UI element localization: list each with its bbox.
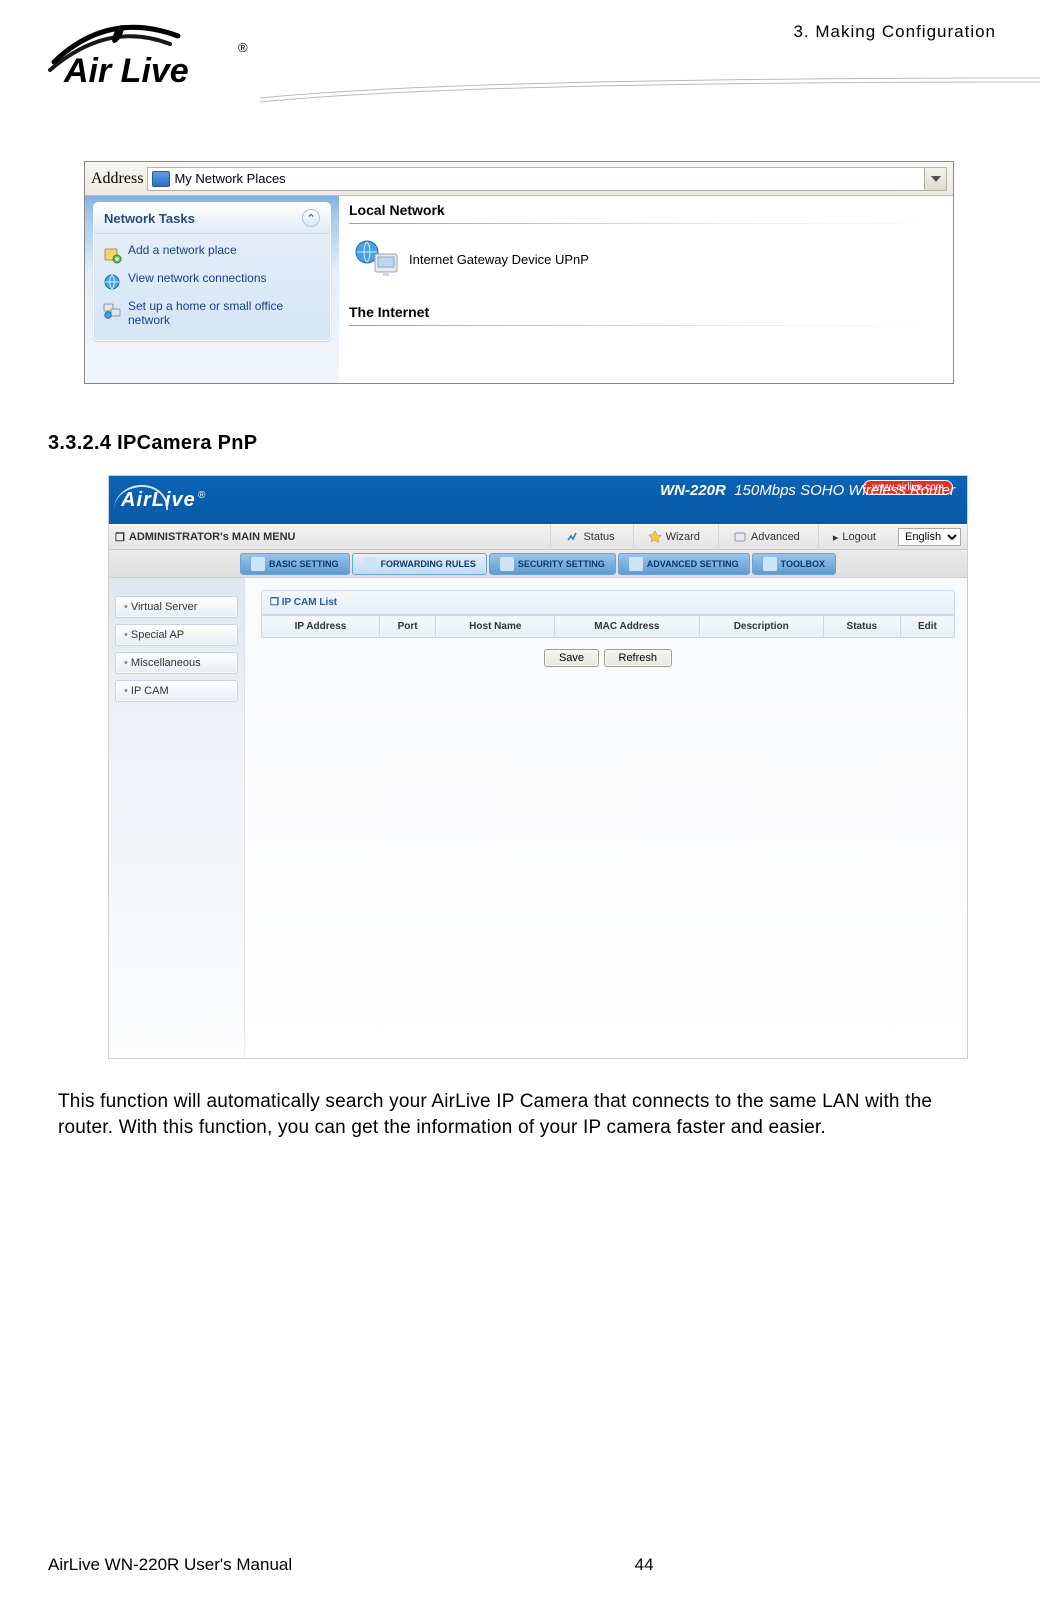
local-network-heading: Local Network [339, 196, 953, 221]
folder-icon: ❐ [115, 531, 125, 544]
internet-gateway-device[interactable]: Internet Gateway Device UPnP [339, 234, 953, 298]
status-icon [565, 530, 579, 544]
address-bar: Address My Network Places [85, 162, 953, 196]
ip-cam-list-title: IP CAM List [261, 590, 955, 615]
tab-security-setting[interactable]: SECURITY SETTING [489, 553, 616, 575]
gateway-device-icon [353, 238, 401, 280]
tab-toolbox[interactable]: TOOLBOX [752, 553, 836, 575]
task-view-connections[interactable]: View network connections [102, 268, 322, 296]
page-number: 44 [635, 1555, 654, 1575]
router-category-tabs: BASIC SETTING FORWARDING RULES SECURITY … [109, 550, 967, 578]
col-description: Description [699, 616, 823, 638]
wizard-icon [648, 530, 662, 544]
footer-manual-title: AirLive WN-220R User's Manual [48, 1555, 292, 1575]
address-field[interactable]: My Network Places [147, 167, 925, 191]
refresh-button[interactable]: Refresh [604, 649, 673, 667]
security-setting-icon [500, 557, 514, 571]
page-footer: AirLive WN-220R User's Manual 44 [48, 1555, 996, 1575]
router-header: AirLive® www.airlive.com WN-220R 150Mbps… [109, 476, 967, 524]
gateway-device-label: Internet Gateway Device UPnP [409, 252, 589, 267]
router-admin-screenshot: AirLive® www.airlive.com WN-220R 150Mbps… [108, 475, 968, 1059]
my-network-places-screenshot: Address My Network Places Network Tasks … [84, 161, 954, 384]
address-value: My Network Places [174, 171, 285, 186]
header-divider [260, 76, 1040, 104]
col-host-name: Host Name [436, 616, 555, 638]
logout-icon: ▸ [833, 531, 839, 544]
network-tasks-panel-title: Network Tasks ⌃ [94, 203, 330, 234]
col-status: Status [823, 616, 900, 638]
sidebar-virtual-server[interactable]: Virtual Server [115, 596, 238, 618]
sidebar-special-ap[interactable]: Special AP [115, 624, 238, 646]
address-label: Address [91, 170, 143, 188]
language-select[interactable]: English [898, 528, 961, 546]
router-model: WN-220R 150Mbps SOHO Wireless Router [660, 482, 955, 499]
basic-setting-icon [251, 557, 265, 571]
task-add-network-place[interactable]: Add a network place [102, 240, 322, 268]
router-logo: AirLive® [121, 489, 206, 512]
tab-basic-setting[interactable]: BASIC SETTING [240, 553, 350, 575]
section-description: This function will automatically search … [58, 1089, 986, 1140]
advanced-icon [733, 530, 747, 544]
sidebar-ip-cam[interactable]: IP CAM [115, 680, 238, 702]
network-places-icon [152, 171, 170, 187]
network-connections-icon [102, 272, 122, 292]
the-internet-heading: The Internet [339, 298, 953, 323]
sidebar-miscellaneous[interactable]: Miscellaneous [115, 652, 238, 674]
section-heading: 3.3.2.4 IPCamera PnP [48, 432, 996, 455]
add-place-icon [102, 244, 122, 264]
svg-text:®: ® [238, 40, 248, 55]
admin-main-menu-label: ADMINISTRATOR's MAIN MENU [129, 531, 296, 543]
tab-forwarding-rules[interactable]: FORWARDING RULES [352, 553, 487, 575]
save-button[interactable]: Save [544, 649, 599, 667]
menu-wizard[interactable]: Wizard [633, 524, 714, 550]
setup-network-icon [102, 300, 122, 320]
router-sidebar: Virtual Server Special AP Miscellaneous … [109, 578, 245, 1058]
table-header-row: IP Address Port Host Name MAC Address De… [262, 616, 955, 638]
advanced-setting-icon [629, 557, 643, 571]
svg-text:Air Live: Air Live [63, 52, 189, 90]
menu-status[interactable]: Status [550, 524, 628, 550]
toolbox-icon [763, 557, 777, 571]
col-mac-address: MAC Address [555, 616, 699, 638]
address-dropdown[interactable] [925, 167, 947, 191]
chapter-header: 3. Making Configuration [793, 18, 996, 42]
tab-advanced-setting[interactable]: ADVANCED SETTING [618, 553, 750, 575]
router-main-content: IP CAM List IP Address Port Host Name MA… [245, 578, 967, 1058]
forwarding-rules-icon [363, 557, 377, 571]
airlive-logo: Air Live ® [48, 20, 268, 97]
collapse-icon[interactable]: ⌃ [302, 209, 320, 227]
menu-logout[interactable]: ▸ Logout [818, 524, 890, 550]
menu-advanced[interactable]: Advanced [718, 524, 814, 550]
col-edit: Edit [900, 616, 954, 638]
tasks-sidebar: Network Tasks ⌃ Add a network place [85, 196, 339, 383]
ip-cam-table: IP Address Port Host Name MAC Address De… [261, 615, 955, 638]
task-setup-network[interactable]: Set up a home or small office network [102, 296, 322, 332]
col-ip-address: IP Address [262, 616, 380, 638]
router-top-menu: ❐ ADMINISTRATOR's MAIN MENU Status Wizar… [109, 524, 967, 550]
col-port: Port [379, 616, 435, 638]
